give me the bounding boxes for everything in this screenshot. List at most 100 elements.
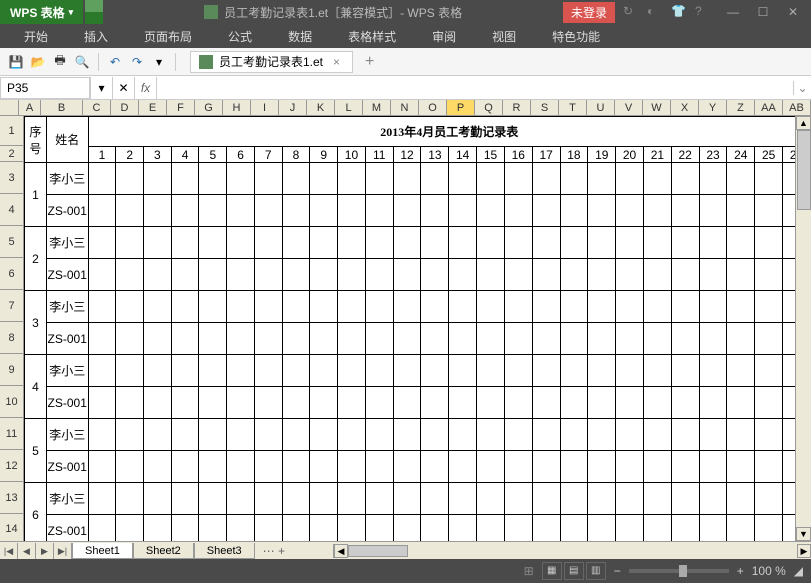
attendance-cell[interactable] (421, 419, 449, 451)
row-header-11[interactable]: 11 (0, 418, 23, 450)
attendance-cell[interactable] (616, 483, 644, 515)
col-header-X[interactable]: X (671, 100, 699, 115)
attendance-cell[interactable] (338, 227, 366, 259)
menu-review[interactable]: 审阅 (416, 24, 472, 49)
attendance-cell[interactable] (144, 515, 172, 542)
sync-icon[interactable]: ↻ (623, 4, 639, 20)
menu-data[interactable]: 数据 (272, 24, 328, 49)
zoom-level[interactable]: 100 % (752, 564, 786, 578)
row-header-5[interactable]: 5 (0, 226, 23, 258)
attendance-cell[interactable] (254, 291, 282, 323)
attendance-cell[interactable] (227, 483, 255, 515)
attendance-cell[interactable] (144, 355, 172, 387)
col-header-J[interactable]: J (279, 100, 307, 115)
attendance-cell[interactable] (199, 163, 227, 195)
attendance-cell[interactable] (588, 291, 616, 323)
attendance-cell[interactable] (616, 355, 644, 387)
attendance-cell[interactable] (532, 483, 560, 515)
attendance-cell[interactable] (560, 259, 588, 291)
scroll-right-button[interactable]: ▶ (797, 544, 811, 558)
attendance-cell[interactable] (421, 451, 449, 483)
pagebreak-view-button[interactable]: ▥ (586, 562, 606, 580)
redo-button[interactable]: ↷ (127, 52, 147, 72)
row-header-13[interactable]: 13 (0, 482, 23, 514)
attendance-cell[interactable] (365, 259, 393, 291)
attendance-cell[interactable] (88, 451, 116, 483)
attendance-cell[interactable] (282, 227, 310, 259)
attendance-cell[interactable] (338, 515, 366, 542)
attendance-cell[interactable] (199, 259, 227, 291)
attendance-cell[interactable] (254, 195, 282, 227)
attendance-cell[interactable] (338, 419, 366, 451)
attendance-cell[interactable] (393, 323, 421, 355)
attendance-cell[interactable] (227, 387, 255, 419)
attendance-cell[interactable] (227, 515, 255, 542)
attendance-cell[interactable] (671, 483, 699, 515)
attendance-cell[interactable] (116, 195, 144, 227)
attendance-cell[interactable] (310, 323, 338, 355)
attendance-cell[interactable] (310, 163, 338, 195)
menu-table-style[interactable]: 表格样式 (332, 24, 412, 49)
attendance-cell[interactable] (227, 227, 255, 259)
attendance-cell[interactable] (338, 291, 366, 323)
attendance-cell[interactable] (532, 195, 560, 227)
attendance-cell[interactable] (310, 483, 338, 515)
attendance-cell[interactable] (449, 355, 477, 387)
row-header-14[interactable]: 14 (0, 514, 23, 541)
attendance-cell[interactable] (365, 419, 393, 451)
attendance-cell[interactable] (116, 387, 144, 419)
attendance-cell[interactable] (282, 163, 310, 195)
attendance-cell[interactable] (310, 451, 338, 483)
attendance-cell[interactable] (532, 323, 560, 355)
col-header-O[interactable]: O (419, 100, 447, 115)
help-icon[interactable]: ? (695, 4, 711, 20)
attendance-cell[interactable] (254, 355, 282, 387)
menu-page-layout[interactable]: 页面布局 (128, 24, 208, 49)
attendance-cell[interactable] (727, 291, 755, 323)
attendance-cell[interactable] (254, 259, 282, 291)
attendance-cell[interactable] (338, 483, 366, 515)
attendance-cell[interactable] (449, 291, 477, 323)
attendance-cell[interactable] (477, 291, 505, 323)
attendance-cell[interactable] (504, 259, 532, 291)
sheet-nav-last[interactable]: ▶| (54, 543, 72, 559)
attendance-cell[interactable] (727, 515, 755, 542)
tshirt-icon[interactable]: 👕 (671, 4, 687, 20)
vscroll-thumb[interactable] (797, 130, 811, 210)
attendance-cell[interactable] (699, 355, 727, 387)
attendance-cell[interactable] (560, 323, 588, 355)
menu-formulas[interactable]: 公式 (212, 24, 268, 49)
row-header-4[interactable]: 4 (0, 194, 23, 226)
attendance-cell[interactable] (477, 195, 505, 227)
attendance-cell[interactable] (755, 355, 783, 387)
attendance-cell[interactable] (616, 515, 644, 542)
attendance-cell[interactable] (755, 323, 783, 355)
attendance-cell[interactable] (421, 483, 449, 515)
attendance-cell[interactable] (643, 323, 671, 355)
attendance-cell[interactable] (532, 451, 560, 483)
attendance-cell[interactable] (616, 451, 644, 483)
horizontal-scrollbar[interactable]: ◀ ▶ (333, 544, 811, 558)
attendance-cell[interactable] (282, 259, 310, 291)
attendance-cell[interactable] (393, 163, 421, 195)
status-corner-icon[interactable]: ◢ (794, 564, 803, 578)
attendance-cell[interactable] (171, 195, 199, 227)
attendance-cell[interactable] (755, 291, 783, 323)
attendance-cell[interactable] (393, 451, 421, 483)
attendance-cell[interactable] (282, 515, 310, 542)
attendance-cell[interactable] (504, 387, 532, 419)
col-header-H[interactable]: H (223, 100, 251, 115)
attendance-cell[interactable] (727, 227, 755, 259)
attendance-cell[interactable] (254, 227, 282, 259)
attendance-cell[interactable] (560, 451, 588, 483)
attendance-cell[interactable] (144, 195, 172, 227)
attendance-cell[interactable] (116, 291, 144, 323)
attendance-cell[interactable] (144, 419, 172, 451)
attendance-cell[interactable] (254, 483, 282, 515)
attendance-cell[interactable] (504, 323, 532, 355)
col-header-L[interactable]: L (335, 100, 363, 115)
attendance-cell[interactable] (116, 515, 144, 542)
row-header-7[interactable]: 7 (0, 290, 23, 322)
attendance-cell[interactable] (755, 259, 783, 291)
sheet-nav-next[interactable]: ▶ (36, 543, 54, 559)
